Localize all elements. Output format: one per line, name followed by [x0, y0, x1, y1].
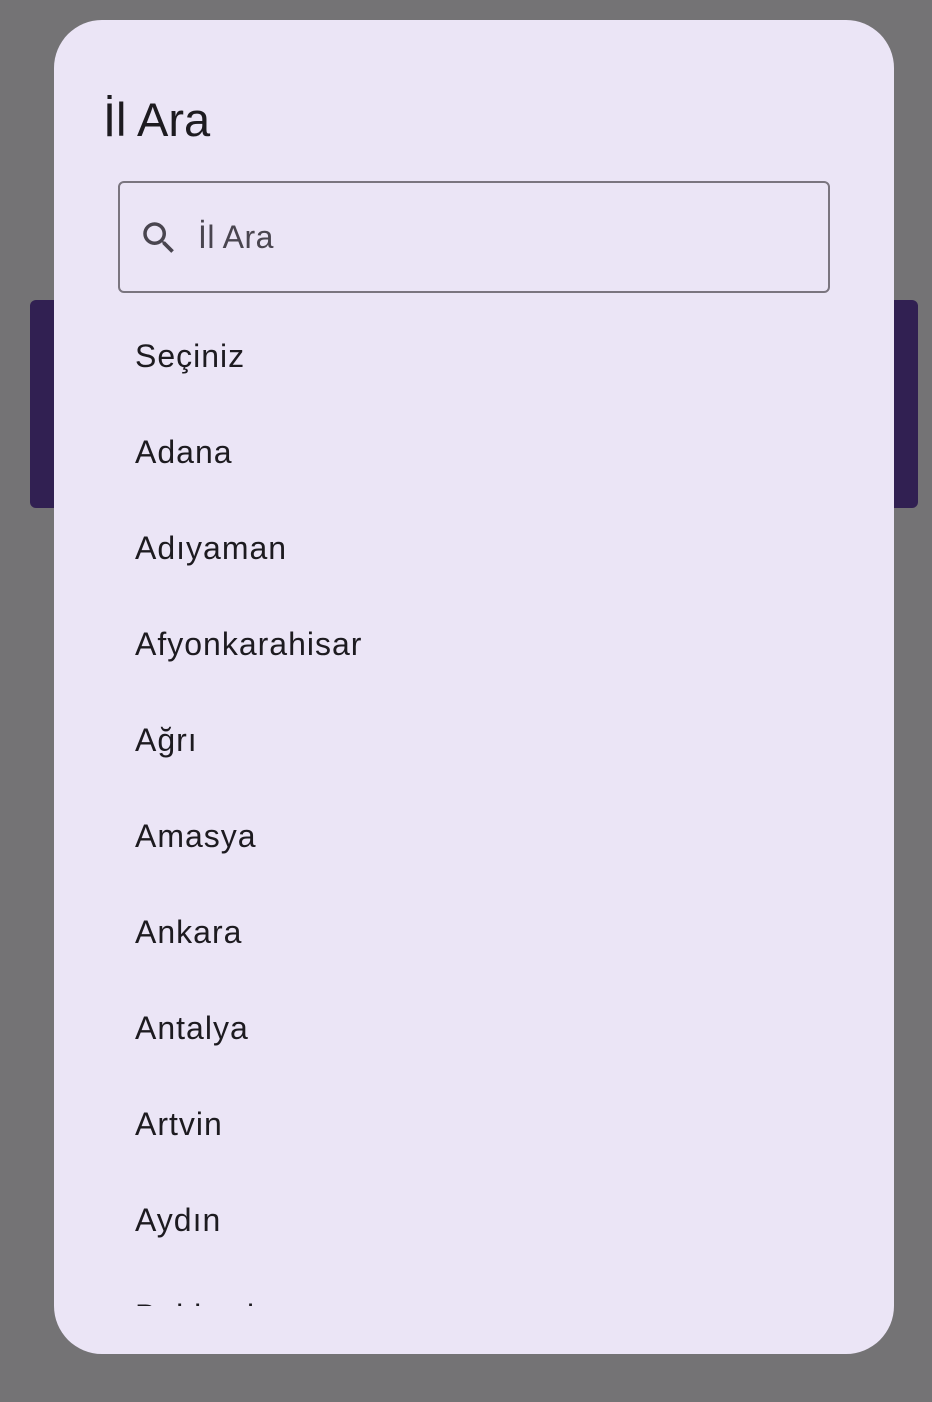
list-item[interactable]: Balıkesir — [54, 1268, 894, 1307]
list-item[interactable]: Antalya — [54, 980, 894, 1076]
list-item[interactable]: Afyonkarahisar — [54, 596, 894, 692]
search-field[interactable] — [118, 181, 830, 293]
list-item[interactable]: Amasya — [54, 788, 894, 884]
list-item[interactable]: Seçiniz — [54, 308, 894, 404]
city-search-dialog: İl Ara Seçiniz Adana Adıyaman Afyonkarah… — [54, 20, 894, 1354]
list-item[interactable]: Ağrı — [54, 692, 894, 788]
search-input[interactable] — [198, 183, 808, 291]
search-icon — [143, 222, 174, 253]
list-item[interactable]: Adana — [54, 404, 894, 500]
dialog-title: İl Ara — [103, 93, 211, 146]
list-item[interactable]: Aydın — [54, 1172, 894, 1268]
city-list[interactable]: Seçiniz Adana Adıyaman Afyonkarahisar Ağ… — [54, 308, 894, 1307]
list-item[interactable]: Artvin — [54, 1076, 894, 1172]
list-item[interactable]: Adıyaman — [54, 500, 894, 596]
list-item[interactable]: Ankara — [54, 884, 894, 980]
